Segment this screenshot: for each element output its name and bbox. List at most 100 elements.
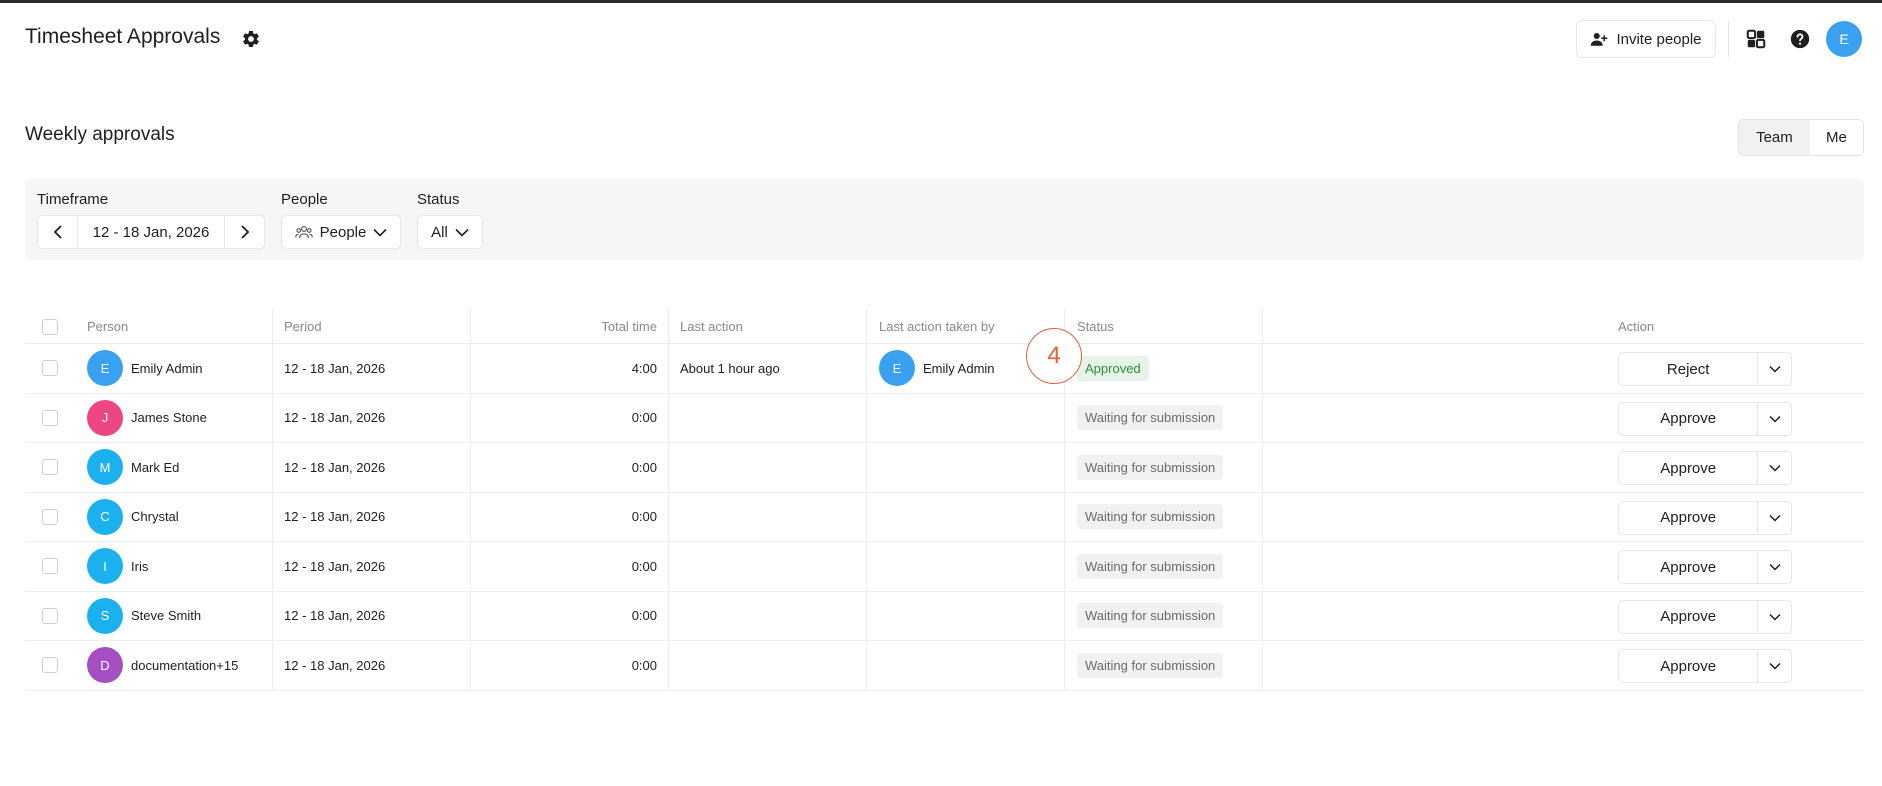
status-cell: Waiting for submission (1077, 443, 1224, 492)
column-action: Action (1618, 319, 1655, 334)
help-icon[interactable] (1790, 29, 1810, 49)
status-dropdown-value: All (431, 223, 448, 241)
period-cell: 12 - 18 Jan, 2026 (284, 360, 386, 376)
action-menu-button[interactable] (1757, 551, 1791, 583)
timeframe-picker: 12 - 18 Jan, 2026 (37, 215, 265, 249)
column-period[interactable]: Period (284, 309, 322, 344)
row-checkbox[interactable] (42, 360, 58, 377)
column-total-time[interactable]: Total time (470, 309, 657, 344)
section-title: Weekly approvals (25, 124, 175, 145)
period-cell: 12 - 18 Jan, 2026 (284, 410, 386, 426)
row-checkbox[interactable] (42, 459, 58, 476)
person-cell[interactable]: S Steve Smith (87, 592, 201, 641)
status-badge: Waiting for submission (1077, 405, 1224, 431)
status-badge: Waiting for submission (1077, 454, 1224, 480)
toggle-me[interactable]: Me (1809, 120, 1863, 155)
period-cell: 12 - 18 Jan, 2026 (284, 509, 386, 525)
person-avatar: S (87, 597, 123, 634)
row-checkbox[interactable] (42, 558, 58, 575)
table-row: S Steve Smith 12 - 18 Jan, 2026 0:00 Wai… (25, 592, 1864, 641)
action-menu-button[interactable] (1757, 501, 1791, 534)
row-checkbox[interactable] (42, 508, 58, 525)
total-time-cell: 0:00 (631, 410, 657, 426)
actor-avatar: E (879, 350, 915, 387)
next-week-button[interactable] (224, 216, 264, 248)
page-title: Timesheet Approvals (25, 25, 221, 48)
chevron-down-icon (1769, 563, 1781, 571)
status-cell: Waiting for submission (1077, 394, 1224, 443)
user-plus-icon (1591, 33, 1608, 46)
person-avatar: I (87, 548, 123, 585)
people-dropdown[interactable]: People (281, 215, 401, 249)
status-cell: Waiting for submission (1077, 542, 1224, 591)
status-label: Status (417, 191, 460, 208)
total-time-cell: 0:00 (631, 459, 657, 475)
total-time-cell: 0:00 (631, 608, 657, 624)
period-cell: 12 - 18 Jan, 2026 (284, 558, 386, 574)
timeframe-label: Timeframe (37, 191, 109, 208)
status-badge: Waiting for submission (1077, 652, 1224, 678)
status-badge: Waiting for submission (1077, 603, 1224, 629)
person-name: documentation+15 (131, 657, 239, 673)
total-time-cell: 0:00 (631, 657, 657, 673)
person-cell[interactable]: I Iris (87, 542, 148, 591)
person-name: Steve Smith (131, 608, 202, 624)
person-name: Mark Ed (131, 459, 180, 475)
row-checkbox[interactable] (42, 607, 58, 624)
period-cell: 12 - 18 Jan, 2026 (284, 657, 386, 673)
prev-week-button[interactable] (38, 216, 78, 248)
person-cell[interactable]: E Emily Admin (87, 344, 203, 393)
action-menu-button[interactable] (1757, 650, 1791, 682)
table-row: E Emily Admin 12 - 18 Jan, 2026 4:00 Abo… (25, 344, 1864, 394)
approvals-table: Person Period Total time Last action Las… (25, 309, 1864, 691)
reject-button[interactable]: Reject (1619, 353, 1757, 385)
column-status[interactable]: Status (1077, 309, 1114, 344)
select-all-checkbox[interactable] (42, 318, 58, 335)
chevron-down-icon (1769, 464, 1781, 472)
table-row: C Chrystal 12 - 18 Jan, 2026 0:00 Waitin… (25, 493, 1864, 542)
approve-button[interactable]: Approve (1619, 650, 1757, 682)
approve-button[interactable]: Approve (1619, 502, 1757, 534)
person-cell[interactable]: M Mark Ed (87, 443, 179, 492)
invite-people-label: Invite people (1616, 30, 1702, 48)
person-cell[interactable]: D documentation+15 (87, 641, 238, 690)
people-dropdown-value: People (319, 223, 367, 241)
approve-button[interactable]: Approve (1619, 601, 1757, 633)
period-cell: 12 - 18 Jan, 2026 (284, 459, 386, 475)
status-badge: Approved (1077, 355, 1149, 381)
chevron-down-icon (1769, 662, 1781, 670)
gear-icon[interactable] (241, 29, 261, 49)
approve-button[interactable]: Approve (1619, 551, 1757, 583)
toggle-team[interactable]: Team (1739, 120, 1810, 155)
people-label: People (281, 191, 328, 208)
status-dropdown[interactable]: All (417, 215, 483, 249)
action-menu-button[interactable] (1757, 452, 1791, 484)
invite-people-button[interactable]: Invite people (1576, 20, 1716, 58)
table-header: Person Period Total time Last action Las… (25, 309, 1864, 344)
column-last-action-by[interactable]: Last action taken by (879, 309, 995, 344)
approve-button[interactable]: Approve (1619, 452, 1757, 484)
row-checkbox[interactable] (42, 409, 58, 426)
action-menu-button[interactable] (1757, 402, 1791, 435)
table-row: D documentation+15 12 - 18 Jan, 2026 0:0… (25, 641, 1864, 691)
step-marker: 4 (1026, 328, 1082, 384)
row-checkbox[interactable] (42, 657, 58, 674)
person-avatar: M (87, 449, 123, 486)
column-last-action[interactable]: Last action (680, 309, 743, 344)
approve-button[interactable]: Approve (1619, 403, 1757, 435)
header-divider (1728, 21, 1729, 57)
status-badge: Waiting for submission (1077, 504, 1224, 530)
person-cell[interactable]: J James Stone (87, 394, 207, 443)
apps-icon[interactable] (1745, 28, 1767, 50)
chevron-down-icon (455, 228, 469, 237)
person-cell[interactable]: C Chrystal (87, 493, 179, 542)
action-menu-button[interactable] (1757, 600, 1791, 633)
user-avatar[interactable]: E (1826, 21, 1862, 57)
action-menu-button[interactable] (1757, 353, 1791, 385)
timeframe-value[interactable]: 12 - 18 Jan, 2026 (78, 216, 224, 248)
table-row: J James Stone 12 - 18 Jan, 2026 0:00 Wai… (25, 394, 1864, 443)
column-person[interactable]: Person (87, 309, 128, 344)
chevron-down-icon (1769, 415, 1781, 423)
person-name: James Stone (131, 410, 207, 426)
action-button-group: Approve (1618, 550, 1792, 584)
